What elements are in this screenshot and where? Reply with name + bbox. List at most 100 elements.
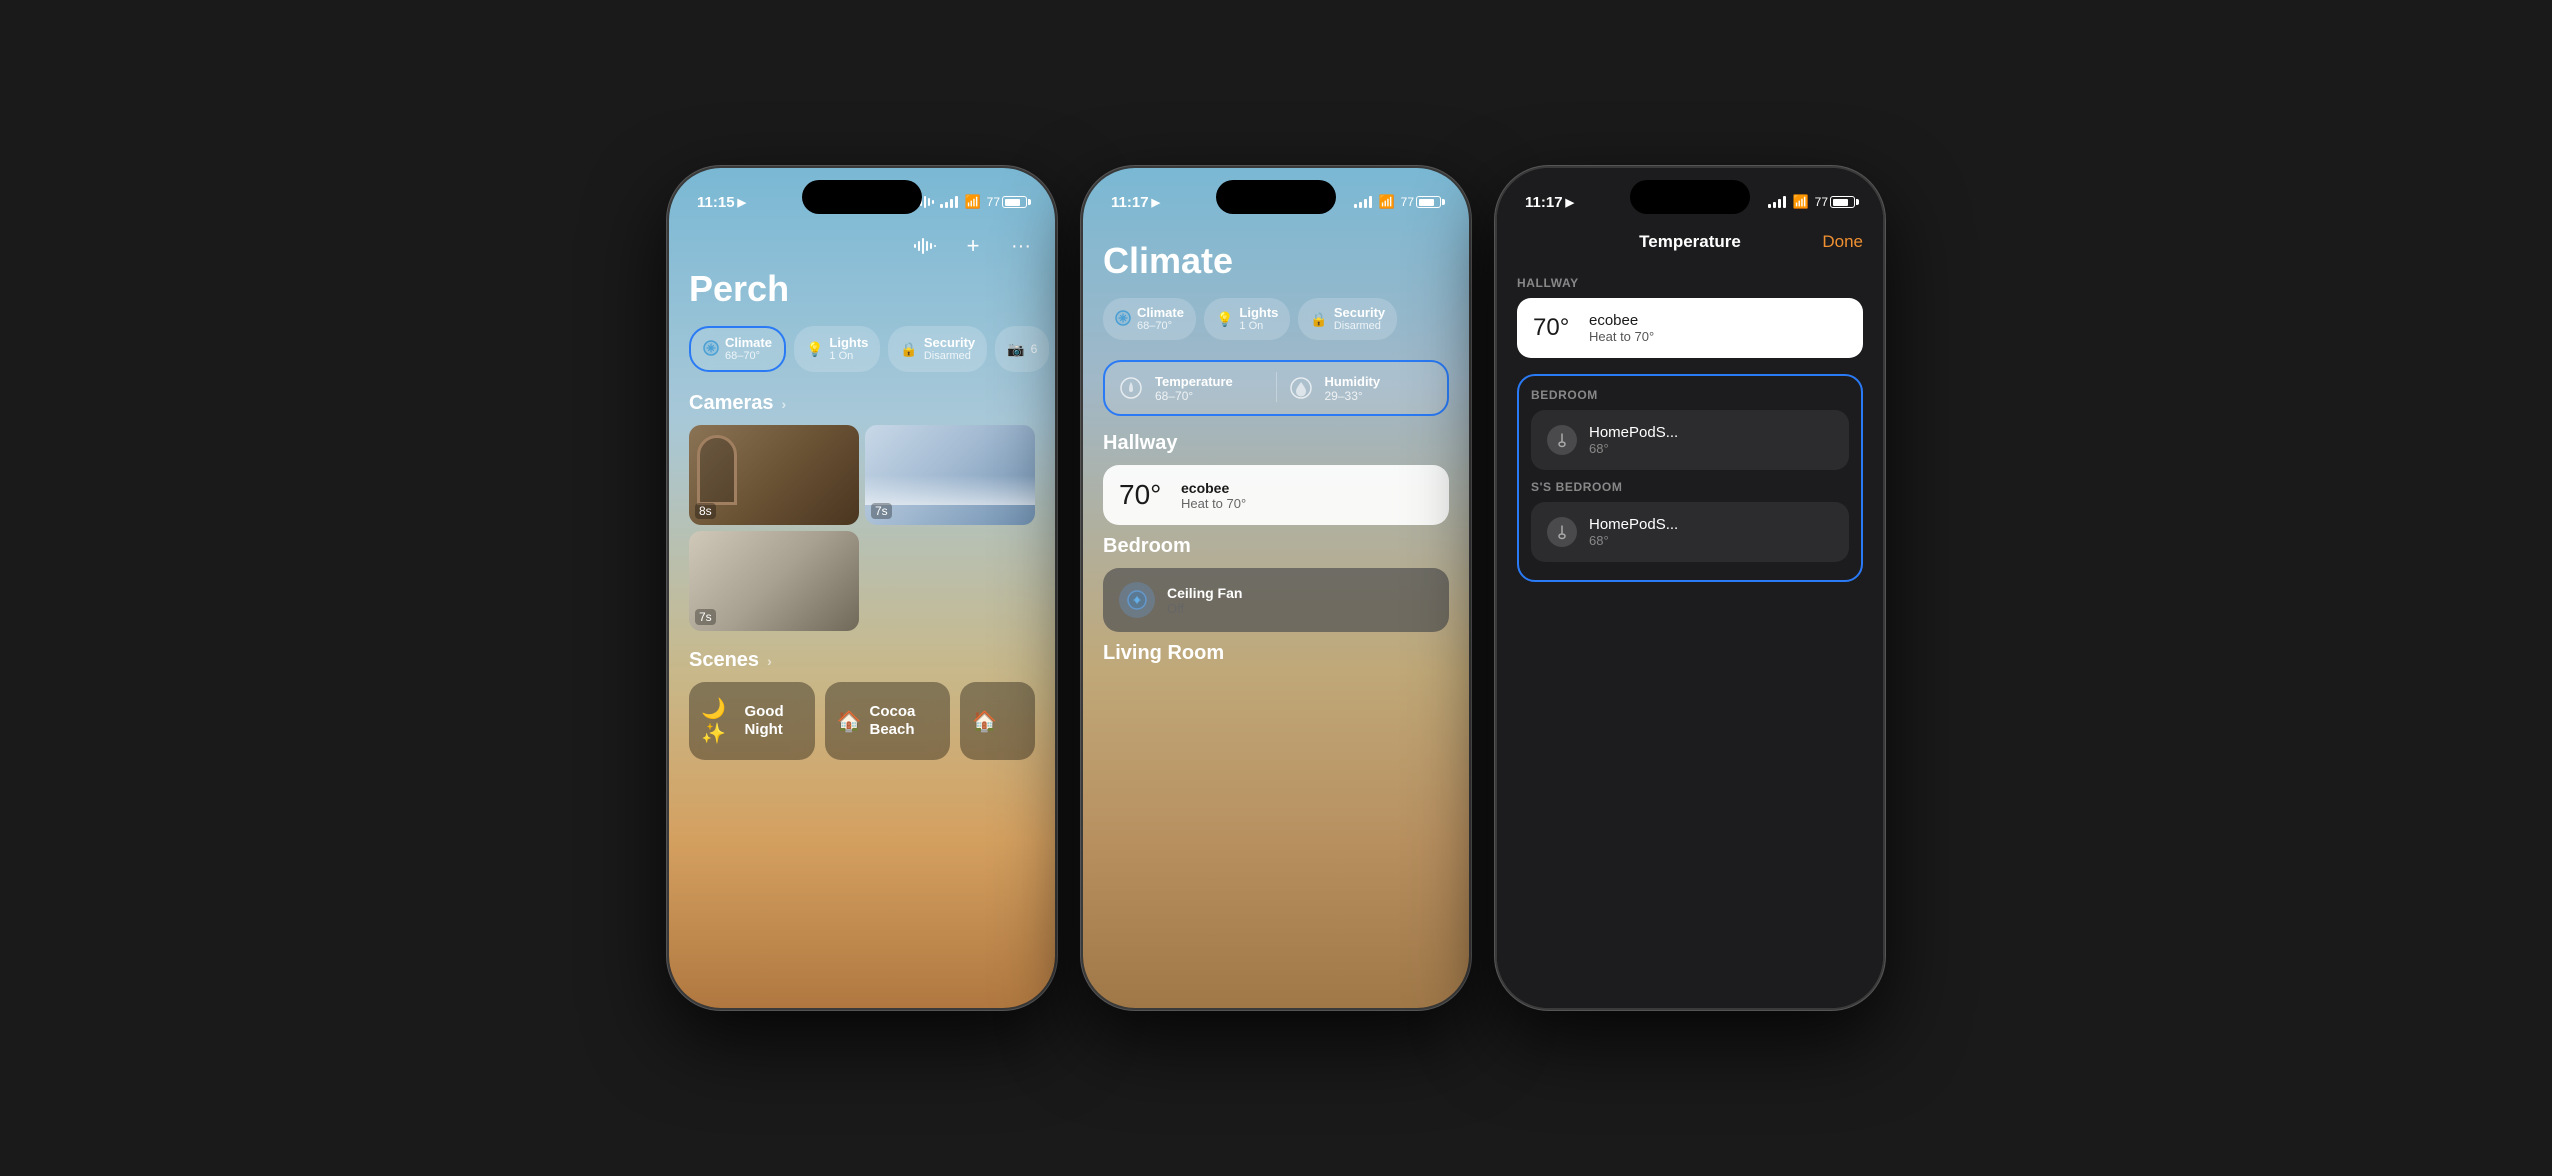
page-title-1: Perch — [689, 268, 1035, 310]
climate-icon-pill — [703, 340, 719, 359]
more-icon[interactable]: ··· — [1007, 232, 1035, 260]
location-arrow-3: ▶ — [1566, 196, 1574, 209]
waveform-icon[interactable] — [911, 232, 939, 260]
dynamic-island-1 — [802, 180, 922, 214]
category-pills-2: Climate 68–70° 💡 Lights 1 On 🔒 Security — [1103, 298, 1449, 340]
temperature-title: Temperature — [1639, 232, 1741, 252]
battery-2: 77 — [1401, 195, 1441, 209]
pill-security-1[interactable]: 🔒 Security Disarmed — [888, 326, 987, 372]
extra-scene-icon: 🏠 — [972, 709, 997, 734]
scenes-header: Scenes › — [689, 649, 1035, 672]
lights-icon-pill-2: 💡 — [1216, 311, 1233, 328]
scene-good-night[interactable]: 🌙✨ Good Night — [689, 682, 815, 760]
page-title-2: Climate — [1103, 240, 1449, 282]
done-button[interactable]: Done — [1822, 232, 1863, 252]
cameras-grid: 8s 7s 7s — [689, 425, 1035, 631]
ecobee-device-name: ecobee — [1589, 312, 1654, 329]
battery-icon-1 — [1002, 196, 1027, 208]
phones-container: 11:15 ▶ 📶 77 — [647, 146, 1905, 1030]
homepod1-sub: 68° — [1589, 441, 1678, 456]
cameras-header: Cameras › — [689, 392, 1035, 415]
cameras-chevron: › — [782, 396, 787, 412]
homepod1-card[interactable]: HomePodS... 68° — [1531, 410, 1849, 470]
scene-extra[interactable]: 🏠 — [960, 682, 1035, 760]
hallway-label: Hallway — [1103, 432, 1449, 455]
cocoa-beach-icon: 🏠 — [837, 709, 862, 734]
phone3-content: Temperature Done HALLWAY 70° ecobee Heat… — [1497, 222, 1883, 1008]
battery-3: 77 — [1815, 195, 1855, 209]
status-right-1: 📶 77 — [916, 194, 1027, 210]
fan-icon — [1119, 582, 1155, 618]
humidity-card[interactable]: Humidity 29–33° — [1285, 372, 1438, 404]
lights-icon-pill: 💡 — [806, 341, 823, 358]
add-icon[interactable]: + — [959, 232, 987, 260]
camera-timer-1: 8s — [695, 503, 716, 519]
humidity-icon — [1285, 372, 1317, 404]
ceiling-fan-card[interactable]: Ceiling Fan Off — [1103, 568, 1449, 632]
good-night-icon: 🌙✨ — [701, 696, 736, 746]
temp-humidity-cards[interactable]: Temperature 68–70° Humidity 29–33° — [1103, 360, 1449, 416]
hallway-room-label: HALLWAY — [1517, 276, 1863, 290]
wifi-icon-2: 📶 — [1378, 194, 1394, 210]
status-time-2: 11:17 ▶ — [1111, 194, 1160, 211]
phone-perch: 11:15 ▶ 📶 77 — [667, 166, 1057, 1010]
camera-feed-2[interactable]: 7s — [865, 425, 1035, 525]
ecobee-card[interactable]: 70° ecobee Heat to 70° — [1103, 465, 1449, 525]
thermometer-icon-1 — [1547, 425, 1577, 455]
hallway-section: HALLWAY 70° ecobee Heat to 70° — [1517, 276, 1863, 358]
phone-temperature: 11:17 ▶ 📶 77 — [1495, 166, 1885, 1010]
ss-bedroom-room-label: S'S BEDROOM — [1531, 480, 1849, 494]
phone1-content: + ··· Perch Climate 68–70° — [669, 222, 1055, 1008]
pill-lights-2[interactable]: 💡 Lights 1 On — [1204, 298, 1290, 340]
temperature-card[interactable]: Temperature 68–70° — [1115, 372, 1268, 404]
scene-cocoa-beach[interactable]: 🏠 Cocoa Beach — [825, 682, 951, 760]
phone-climate: 11:17 ▶ 📶 77 — [1081, 166, 1471, 1010]
homepod2-card[interactable]: HomePodS... 68° — [1531, 502, 1849, 562]
ecobee-device-card[interactable]: 70° ecobee Heat to 70° — [1517, 298, 1863, 358]
status-right-3: 📶 77 — [1768, 194, 1855, 210]
ecobee-temp: 70° — [1119, 479, 1169, 511]
wifi-icon-3: 📶 — [1792, 194, 1808, 210]
signal-icon-1 — [940, 196, 958, 208]
ecobee-detail-temp: 70° — [1533, 314, 1577, 342]
scenes-grid: 🌙✨ Good Night 🏠 Cocoa Beach 🏠 — [689, 682, 1035, 760]
location-arrow-2: ▶ — [1152, 196, 1160, 209]
pill-climate-1[interactable]: Climate 68–70° — [689, 326, 786, 372]
homepod2-sub: 68° — [1589, 533, 1678, 548]
camera-feed-1[interactable]: 8s — [689, 425, 859, 525]
dynamic-island-3 — [1630, 180, 1750, 214]
phone1-toolbar: + ··· — [689, 232, 1035, 260]
wifi-icon-1: 📶 — [964, 194, 980, 210]
bedroom-label: Bedroom — [1103, 535, 1449, 558]
temperature-icon — [1115, 372, 1147, 404]
status-time-1: 11:15 ▶ — [697, 194, 746, 211]
living-room-label: Living Room — [1103, 642, 1449, 665]
camera-timer-2: 7s — [871, 503, 892, 519]
pill-security-2[interactable]: 🔒 Security Disarmed — [1298, 298, 1397, 340]
security-icon-pill: 🔒 — [900, 341, 917, 358]
camera-timer-3: 7s — [695, 609, 716, 625]
homepod1-name: HomePodS... — [1589, 424, 1678, 441]
location-arrow-1: ▶ — [738, 196, 746, 209]
bedroom-section-wrapper: BEDROOM HomePodS... 68° S'S BEDROOM — [1517, 374, 1863, 582]
battery-icon-3 — [1830, 196, 1855, 208]
scenes-chevron: › — [767, 653, 772, 669]
status-time-3: 11:17 ▶ — [1525, 194, 1574, 211]
homepod2-name: HomePodS... — [1589, 516, 1678, 533]
pill-lights-1[interactable]: 💡 Lights 1 On — [794, 326, 880, 372]
bedroom-room-label: BEDROOM — [1531, 388, 1849, 402]
phone3-header: Temperature Done — [1517, 232, 1863, 252]
security-icon-pill-2: 🔒 — [1310, 311, 1327, 328]
phone2-content: Climate Climate 68–70° � — [1083, 222, 1469, 1008]
status-right-2: 📶 77 — [1354, 194, 1441, 210]
pill-climate-2[interactable]: Climate 68–70° — [1103, 298, 1196, 340]
pill-cameras-1[interactable]: 📷 6 — [995, 326, 1049, 372]
climate-icon-pill-2 — [1115, 310, 1131, 329]
camera-feed-3[interactable]: 7s — [689, 531, 859, 631]
battery-icon-2 — [1416, 196, 1441, 208]
ecobee-device-sub: Heat to 70° — [1589, 329, 1654, 344]
signal-icon-2 — [1354, 196, 1372, 208]
thermometer-icon-2 — [1547, 517, 1577, 547]
battery-1: 77 — [987, 195, 1027, 209]
dynamic-island-2 — [1216, 180, 1336, 214]
